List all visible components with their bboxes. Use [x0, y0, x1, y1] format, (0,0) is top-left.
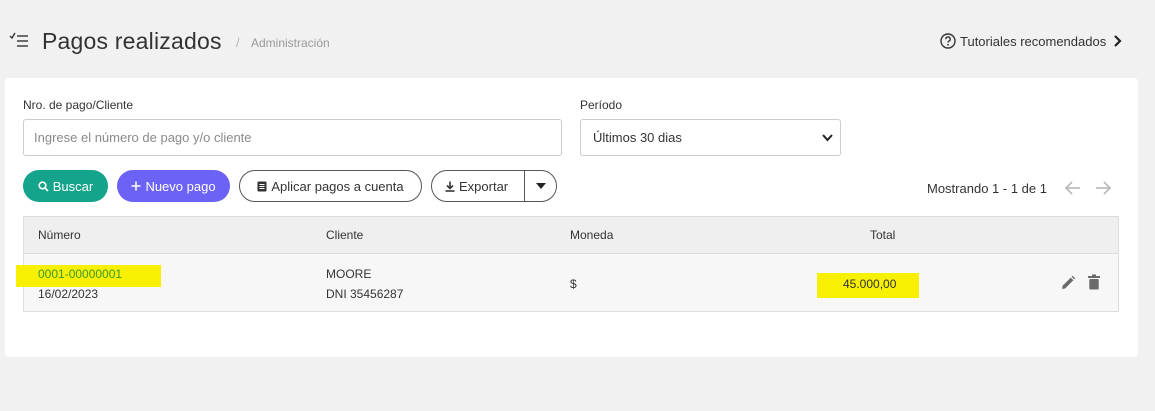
column-header-client[interactable]: Cliente	[326, 228, 363, 242]
tutorials-link[interactable]: Tutoriales recomendados	[940, 33, 1123, 49]
help-circle-icon	[940, 33, 956, 49]
caret-down-icon[interactable]	[536, 183, 546, 189]
period-filter-label: Período	[580, 98, 623, 112]
arrow-left-icon[interactable]	[1064, 180, 1082, 196]
payment-total: 45.000,00	[843, 277, 897, 291]
download-icon[interactable]	[445, 181, 455, 192]
table-row[interactable]: 0001-00000001 16/02/2023 MOORE DNI 35456…	[16, 254, 1118, 311]
apply-payments-button[interactable]: Aplicar pagos a cuenta	[239, 170, 422, 202]
pencil-icon[interactable]	[1060, 275, 1076, 291]
export-button[interactable]: Exportar	[459, 179, 508, 194]
client-name: MOORE	[326, 267, 372, 281]
breadcrumb-separator: /	[236, 35, 240, 50]
column-header-currency[interactable]: Moneda	[570, 228, 613, 242]
paging-info: Mostrando 1 - 1 de 1	[927, 181, 1047, 196]
new-payment-button[interactable]: Nuevo pago	[117, 170, 230, 202]
client-document: DNI 35456287	[326, 287, 404, 301]
document-icon	[257, 181, 267, 191]
column-header-number[interactable]: Número	[38, 228, 81, 242]
menu-icon[interactable]	[9, 32, 29, 48]
period-select[interactable]: Últimos 30 dias	[580, 119, 841, 156]
trash-icon[interactable]	[1086, 274, 1102, 290]
breadcrumb[interactable]: Administración	[251, 36, 330, 50]
currency-symbol: $	[570, 277, 577, 291]
apply-payments-button-label: Aplicar pagos a cuenta	[271, 178, 404, 194]
chevron-down-icon	[822, 134, 833, 142]
period-select-value: Últimos 30 dias	[593, 130, 682, 145]
column-header-total[interactable]: Total	[870, 228, 895, 242]
export-divider	[524, 171, 525, 201]
search-icon	[38, 180, 49, 192]
table-header: Número Cliente Moneda Total	[24, 217, 1118, 254]
number-filter-label: Nro. de pago/Cliente	[23, 98, 134, 112]
tutorials-label: Tutoriales recomendados	[960, 33, 1107, 49]
arrow-right-icon[interactable]	[1094, 180, 1112, 196]
page-title: Pagos realizados	[42, 28, 222, 54]
search-button[interactable]: Buscar	[23, 170, 108, 202]
plus-icon	[131, 181, 141, 191]
payment-number-input[interactable]	[23, 119, 562, 156]
payment-number-link[interactable]: 0001-00000001	[38, 267, 122, 281]
payment-date: 16/02/2023	[38, 287, 99, 301]
chevron-right-icon	[1114, 35, 1122, 47]
payments-table: Número Cliente Moneda Total 0001-0000000…	[16, 216, 1119, 312]
top-bar: Pagos realizados / Administración Tutori…	[0, 0, 1155, 78]
search-button-label: Buscar	[52, 178, 94, 194]
export-button-group: Exportar	[431, 170, 557, 202]
new-payment-button-label: Nuevo pago	[145, 178, 216, 194]
